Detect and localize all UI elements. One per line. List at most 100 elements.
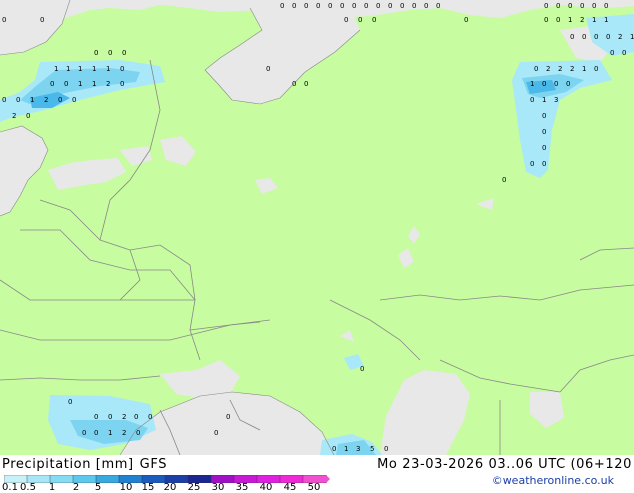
cell-value-label: 1 — [530, 80, 534, 88]
cell-value-label: 2 — [122, 429, 126, 437]
cell-value-label: 0 — [384, 445, 388, 453]
cell-value-label: 0 — [580, 2, 584, 10]
cell-value-label: 0 — [328, 2, 332, 10]
scale-tick-label: 40 — [259, 482, 273, 493]
cell-value-label: 0 — [388, 2, 392, 10]
cell-value-label: 1 — [592, 16, 596, 24]
cell-value-label: 1 — [582, 65, 586, 73]
cell-value-label: 0 — [120, 65, 124, 73]
scale-tick-label: 1 — [48, 482, 56, 493]
cell-value-label: 0 — [530, 96, 534, 104]
cell-value-label: 0 — [108, 413, 112, 421]
cell-value-label: 2 — [558, 65, 562, 73]
credit-link[interactable]: ©weatheronline.co.uk — [492, 474, 614, 487]
footer: Precipitation [mm] GFS Mo 23-03-2026 03..… — [0, 455, 634, 493]
cell-value-label: 0 — [94, 429, 98, 437]
cell-value-label: 0 — [280, 2, 284, 10]
chart-title: Precipitation [mm] GFS — [2, 457, 167, 472]
cell-value-label: 0 — [592, 2, 596, 10]
cell-value-label: 0 — [344, 16, 348, 24]
cell-value-label: 1 — [92, 80, 96, 88]
cell-value-label: 0 — [360, 365, 364, 373]
cell-value-label: 0 — [358, 16, 362, 24]
cell-value-label: 0 — [72, 96, 76, 104]
precipitation-map: 0000000000000000000000000000121100002100… — [0, 0, 634, 455]
cell-value-label: 0 — [2, 96, 6, 104]
cell-value-label: 0 — [534, 65, 538, 73]
cell-value-label: 1 — [54, 65, 58, 73]
cell-value-label: 0 — [364, 2, 368, 10]
scale-ticks: 0.1 0.5 1 2 5 10 15 20 25 30 35 40 45 50 — [0, 482, 330, 493]
cell-value-label: 2 — [12, 112, 16, 120]
cell-value-label: 1 — [108, 429, 112, 437]
cell-value-label: 0 — [542, 112, 546, 120]
scale-tick-label: 45 — [283, 482, 297, 493]
cell-value-label: 0 — [542, 80, 546, 88]
cell-value-label: 0 — [292, 2, 296, 10]
cell-value-label: 0 — [26, 112, 30, 120]
cell-value-label: 0 — [610, 49, 614, 57]
cell-value-label: 1 — [78, 65, 82, 73]
scale-tick-label: 20 — [163, 482, 177, 493]
cell-value-label: 0 — [340, 2, 344, 10]
cell-value-label: 1 — [542, 96, 546, 104]
forecast-time: Mo 23-03-2026 03..06 UTC (06+120 — [377, 457, 632, 472]
cell-value-label: 0 — [94, 49, 98, 57]
scale-tick-label: 30 — [211, 482, 225, 493]
cell-value-label: 0 — [582, 33, 586, 41]
cell-value-label: 0 — [372, 16, 376, 24]
cell-value-label: 2 — [570, 65, 574, 73]
cell-value-label: 2 — [618, 33, 622, 41]
cell-value-label: 2 — [546, 65, 550, 73]
cell-value-label: 0 — [566, 80, 570, 88]
cell-value-label: 0 — [134, 413, 138, 421]
cell-value-label: 5 — [370, 445, 374, 453]
title-label: Precipitation [mm] — [2, 457, 134, 472]
cell-value-label: 0 — [568, 2, 572, 10]
cell-value-label: 2 — [122, 413, 126, 421]
cell-value-label: 0 — [570, 33, 574, 41]
cell-value-label: 0 — [502, 176, 506, 184]
cell-value-label: 2 — [580, 16, 584, 24]
cell-value-label: 1 — [604, 16, 608, 24]
scale-tick-label: 5 — [94, 482, 102, 493]
cell-value-label: 0 — [436, 2, 440, 10]
cell-value-label: 0 — [266, 65, 270, 73]
cell-value-label: 0 — [352, 2, 356, 10]
cell-value-label: 0 — [604, 2, 608, 10]
scale-tick-label: 0.5 — [20, 482, 36, 493]
cell-value-label: 1 — [106, 65, 110, 73]
cell-value-label: 0 — [292, 80, 296, 88]
cell-value-label: 0 — [304, 80, 308, 88]
cell-value-label: 0 — [412, 2, 416, 10]
cell-value-label: 0 — [68, 398, 72, 406]
cell-value-label: 1 — [568, 16, 572, 24]
cell-value-label: 0 — [214, 429, 218, 437]
cell-value-label: 0 — [376, 2, 380, 10]
cell-value-label: 0 — [2, 16, 6, 24]
cell-value-label: 1 — [30, 96, 34, 104]
scale-tick-label: 50 — [307, 482, 321, 493]
cell-value-label: 0 — [594, 33, 598, 41]
cell-value-label: 0 — [544, 16, 548, 24]
model-name: GFS — [139, 457, 168, 472]
cell-value-label: 0 — [622, 49, 626, 57]
scale-tick-label: 0.1 — [2, 482, 18, 493]
cell-value-label: 0 — [226, 413, 230, 421]
cell-value-label: 1 — [344, 445, 348, 453]
cell-value-label: 0 — [50, 80, 54, 88]
cell-value-label: 3 — [554, 96, 558, 104]
cell-value-label: 2 — [44, 96, 48, 104]
scale-tick-label: 25 — [187, 482, 201, 493]
cell-value-label: 0 — [108, 49, 112, 57]
cell-value-label: 0 — [556, 2, 560, 10]
cell-value-label: 0 — [606, 33, 610, 41]
scale-tick-label: 15 — [141, 482, 155, 493]
cell-value-label: 2 — [106, 80, 110, 88]
cell-value-label: 0 — [82, 429, 86, 437]
cell-value-label: 0 — [332, 445, 336, 453]
scale-tick-label: 10 — [119, 482, 133, 493]
cell-value-label: 0 — [94, 413, 98, 421]
cell-value-label: 0 — [304, 2, 308, 10]
cell-value-label: 0 — [554, 80, 558, 88]
